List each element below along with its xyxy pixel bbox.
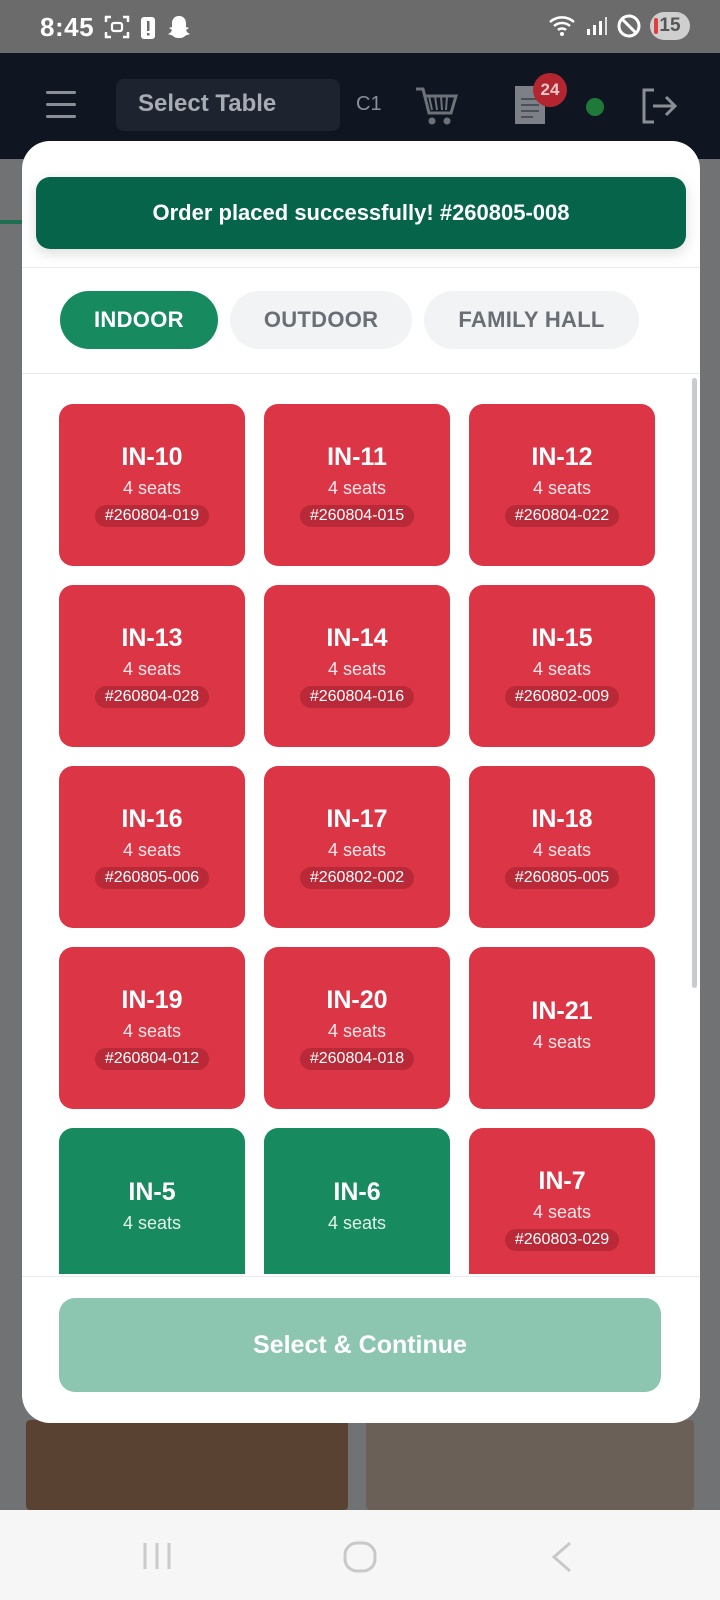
table-seats: 4 seats: [122, 1021, 182, 1041]
table-seats: 4 seats: [532, 478, 592, 498]
table-order-badge: #260802-009: [504, 686, 620, 708]
table-name: IN-13: [121, 624, 183, 652]
table-card-in-10[interactable]: IN-10 4 seats #260804-019: [59, 404, 245, 566]
logout-icon[interactable]: [640, 87, 678, 125]
status-time: 8:45: [40, 12, 95, 42]
food-image: [366, 1420, 694, 1510]
table-name: IN-11: [327, 443, 387, 471]
table-order-badge: #260805-006: [94, 867, 210, 889]
hamburger-icon[interactable]: [46, 91, 76, 119]
table-seats: 4 seats: [532, 840, 592, 860]
table-seats: 4 seats: [327, 1213, 387, 1233]
status-icons: 15: [548, 12, 690, 40]
table-card-in-5[interactable]: IN-5 4 seats: [59, 1128, 245, 1274]
table-seats: 4 seats: [532, 1202, 592, 1222]
divider: [22, 267, 700, 268]
online-status-dot: [586, 98, 604, 116]
table-code: C1: [356, 93, 382, 115]
table-name: IN-19: [121, 986, 183, 1014]
table-name: IN-6: [333, 1178, 381, 1206]
dnd-icon: [617, 14, 641, 38]
battery-alert-icon: [141, 17, 155, 39]
table-order-badge: #260804-015: [299, 505, 415, 527]
wifi-icon: [549, 16, 575, 36]
table-seats: 4 seats: [122, 478, 182, 498]
table-grid-scroll[interactable]: IN-10 4 seats #260804-019 IN-11 4 seats #2608…: [22, 374, 700, 1274]
table-seats: 4 seats: [532, 1032, 592, 1052]
cart-icon[interactable]: [414, 85, 458, 127]
table-card-in-12[interactable]: IN-12 4 seats #260804-022: [469, 404, 655, 566]
table-order-badge: #260804-028: [94, 686, 210, 708]
table-name: IN-21: [531, 997, 593, 1025]
food-image: [26, 1420, 348, 1510]
table-seats: 4 seats: [122, 840, 182, 860]
table-card-in-21[interactable]: IN-21 4 seats: [469, 947, 655, 1109]
tab-family-hall[interactable]: FAMILY HALL: [424, 291, 639, 349]
table-name: IN-20: [326, 986, 388, 1014]
signal-icon: [587, 17, 607, 35]
table-card-in-14[interactable]: IN-14 4 seats #260804-016: [264, 585, 450, 747]
table-order-badge: #260803-029: [504, 1229, 620, 1251]
table-name: IN-16: [121, 805, 183, 833]
back-icon[interactable]: [548, 1540, 576, 1574]
status-bar: 8:45 15: [0, 0, 720, 53]
screenshot-icon: [104, 15, 130, 39]
battery-indicator: 15: [650, 12, 690, 40]
select-continue-button[interactable]: Select & Continue: [59, 1298, 661, 1392]
table-order-badge: #260805-005: [504, 867, 620, 889]
system-nav-bar: [0, 1510, 720, 1600]
table-card-in-7[interactable]: IN-7 4 seats #260803-029: [469, 1128, 655, 1274]
table-card-in-19[interactable]: IN-19 4 seats #260804-012: [59, 947, 245, 1109]
background-accent: [0, 220, 24, 224]
table-select-modal: Order placed successfully! #260805-008 I…: [22, 141, 700, 1423]
table-order-badge: #260804-018: [299, 1048, 415, 1070]
table-order-badge: #260802-002: [299, 867, 415, 889]
table-seats: 4 seats: [327, 1021, 387, 1041]
table-card-in-13[interactable]: IN-13 4 seats #260804-028: [59, 585, 245, 747]
snapchat-icon: [168, 16, 190, 38]
table-seats: 4 seats: [327, 478, 387, 498]
table-name: IN-12: [531, 443, 593, 471]
table-name: IN-5: [128, 1178, 176, 1206]
select-table-button[interactable]: Select Table: [116, 79, 340, 131]
area-tabs: INDOOR OUTDOOR FAMILY HALL: [60, 291, 639, 349]
table-order-badge: #260804-012: [94, 1048, 210, 1070]
table-card-in-6[interactable]: IN-6 4 seats: [264, 1128, 450, 1274]
table-card-in-11[interactable]: IN-11 4 seats #260804-015: [264, 404, 450, 566]
table-name: IN-18: [531, 805, 593, 833]
recent-apps-icon[interactable]: [140, 1540, 174, 1572]
table-seats: 4 seats: [122, 659, 182, 679]
scrollbar[interactable]: [692, 378, 697, 988]
table-seats: 4 seats: [327, 840, 387, 860]
table-seats: 4 seats: [122, 1213, 182, 1233]
table-card-in-16[interactable]: IN-16 4 seats #260805-006: [59, 766, 245, 928]
table-card-in-15[interactable]: IN-15 4 seats #260802-009: [469, 585, 655, 747]
table-seats: 4 seats: [327, 659, 387, 679]
success-toast: Order placed successfully! #260805-008: [36, 177, 686, 249]
tab-outdoor[interactable]: OUTDOOR: [229, 291, 413, 349]
divider: [22, 1276, 700, 1277]
table-name: IN-14: [326, 624, 388, 652]
tab-indoor[interactable]: INDOOR: [60, 291, 218, 349]
table-order-badge: #260804-022: [504, 505, 620, 527]
notification-badge: 24: [533, 73, 567, 107]
table-grid: IN-10 4 seats #260804-019 IN-11 4 seats #2608…: [59, 404, 655, 1274]
table-order-badge: #260804-019: [94, 505, 210, 527]
table-name: IN-15: [531, 624, 593, 652]
table-seats: 4 seats: [532, 659, 592, 679]
table-card-in-18[interactable]: IN-18 4 seats #260805-005: [469, 766, 655, 928]
table-name: IN-10: [121, 443, 183, 471]
table-order-badge: #260804-016: [299, 686, 415, 708]
table-card-in-20[interactable]: IN-20 4 seats #260804-018: [264, 947, 450, 1109]
table-name: IN-7: [538, 1167, 586, 1195]
table-card-in-17[interactable]: IN-17 4 seats #260802-002: [264, 766, 450, 928]
home-icon[interactable]: [342, 1540, 378, 1574]
table-name: IN-17: [326, 805, 388, 833]
